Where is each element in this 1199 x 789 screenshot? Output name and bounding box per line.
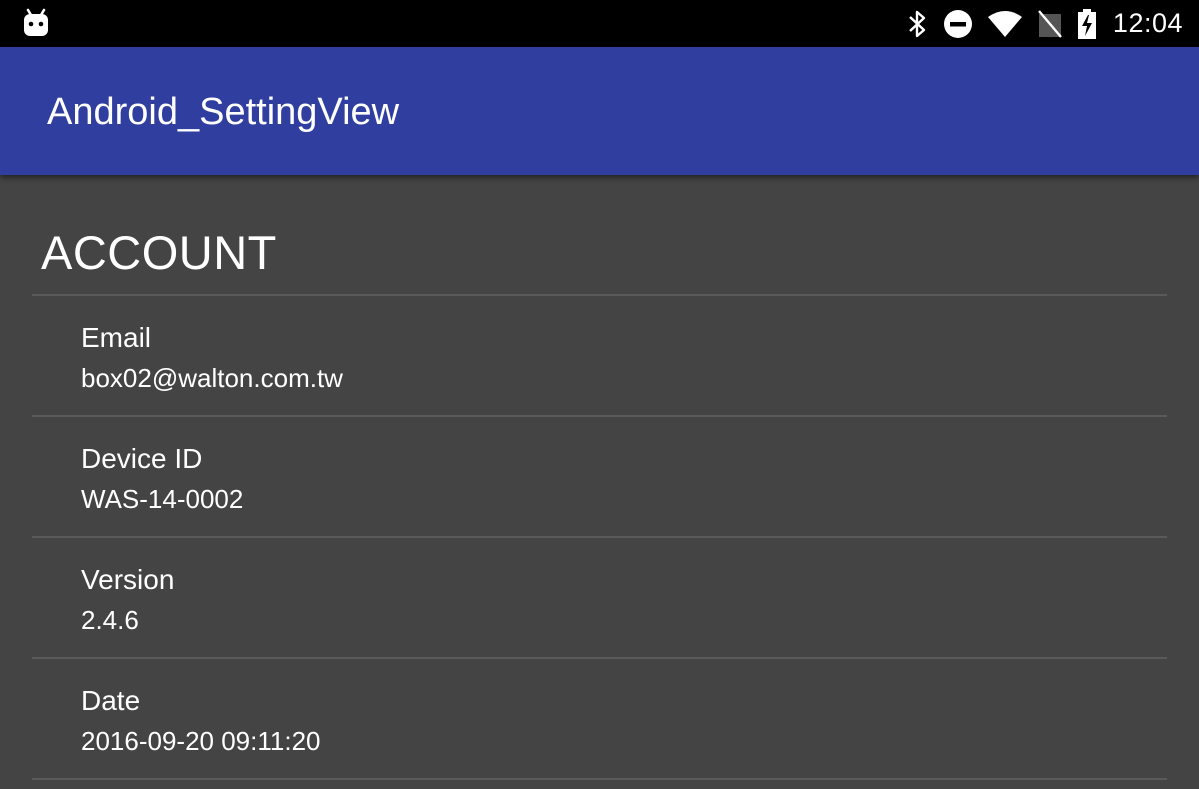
- settings-list: ACCOUNT Email box02@walton.com.tw Device…: [0, 175, 1199, 789]
- pref-item-date[interactable]: Date 2016-09-20 09:11:20: [32, 659, 1167, 778]
- status-clock: 12:04: [1112, 8, 1183, 38]
- battery-charging-icon: [1077, 8, 1097, 39]
- pref-item-email[interactable]: Email box02@walton.com.tw: [32, 296, 1167, 415]
- bluetooth-icon: [907, 9, 929, 39]
- pref-title: Version: [81, 564, 175, 595]
- pref-title: Date: [81, 685, 141, 716]
- no-sim-icon: [1037, 9, 1063, 39]
- status-icons: 12:04: [907, 0, 1183, 47]
- status-bar: 12:04: [0, 0, 1199, 47]
- pref-title: Device ID: [81, 443, 203, 474]
- app-bar: Android_SettingView: [0, 47, 1199, 175]
- pref-summary: 2016-09-20 09:11:20: [81, 726, 321, 756]
- android-robot-icon: [22, 8, 50, 38]
- do-not-disturb-icon: [943, 9, 973, 39]
- divider: [32, 778, 1167, 780]
- pref-item-version[interactable]: Version 2.4.6: [32, 538, 1167, 657]
- pref-summary: box02@walton.com.tw: [81, 363, 343, 393]
- pref-item-device-id[interactable]: Device ID WAS-14-0002: [32, 417, 1167, 536]
- pref-title: Email: [81, 322, 152, 353]
- pref-summary: 2.4.6: [81, 605, 139, 635]
- pref-summary: WAS-14-0002: [81, 484, 244, 514]
- section-header-account: ACCOUNT: [41, 226, 277, 279]
- app-title: Android_SettingView: [47, 91, 400, 133]
- wifi-icon: [987, 9, 1023, 39]
